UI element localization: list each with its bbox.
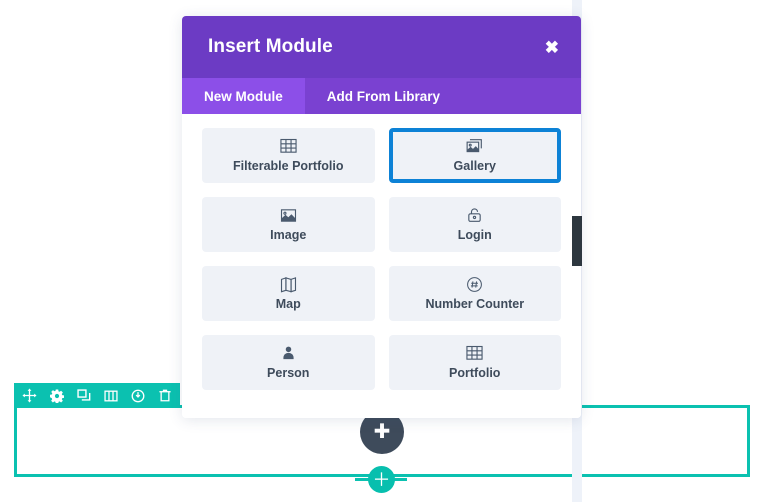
module-grid: Filterable Portfolio Gallery Image Login… [202, 128, 561, 390]
module-label: Image [270, 228, 307, 243]
module-tile-portfolio[interactable]: Portfolio [388, 335, 561, 390]
lock-icon [466, 207, 483, 224]
gallery-icon [466, 138, 483, 155]
modal-header: Insert Module ✖ [182, 16, 581, 78]
add-row-button[interactable]: ＋ [368, 466, 395, 493]
module-label: Number Counter [425, 297, 525, 312]
module-tile-filterable-portfolio[interactable]: Filterable Portfolio [202, 128, 375, 183]
module-tile-map[interactable]: Map [202, 266, 375, 321]
module-tile-image[interactable]: Image [202, 197, 375, 252]
trash-icon[interactable] [157, 388, 172, 403]
settings-gear-icon[interactable] [49, 388, 64, 403]
module-tile-gallery[interactable]: Gallery [388, 128, 561, 183]
tab-new-module[interactable]: New Module [182, 78, 305, 114]
plus-icon: ＋ [372, 469, 391, 490]
insert-circle-plus-icon: ✚ [373, 421, 391, 443]
page-scrollbar-thumb[interactable] [572, 216, 582, 266]
module-label: Portfolio [449, 366, 501, 381]
person-icon [280, 345, 297, 362]
image-icon [280, 207, 297, 224]
modal-tab-bar: New Module Add From Library [182, 78, 581, 114]
module-label: Login [457, 228, 492, 243]
tab-add-from-library[interactable]: Add From Library [305, 78, 462, 114]
modal-title: Insert Module [208, 36, 333, 57]
grid-icon [280, 138, 297, 155]
module-label: Person [267, 366, 310, 381]
move-icon[interactable] [22, 388, 37, 403]
disable-power-icon[interactable] [130, 388, 145, 403]
modal-body: Filterable Portfolio Gallery Image Login… [182, 114, 581, 418]
grid-icon [466, 345, 483, 362]
columns-icon[interactable] [103, 388, 118, 403]
close-icon[interactable]: ✖ [545, 39, 559, 56]
hash-circle-icon [466, 276, 483, 293]
module-label: Filterable Portfolio [233, 159, 344, 174]
module-tile-login[interactable]: Login [388, 197, 561, 252]
module-tile-person[interactable]: Person [202, 335, 375, 390]
module-label: Map [275, 297, 301, 312]
module-label: Gallery [453, 159, 496, 174]
module-tile-number-counter[interactable]: Number Counter [388, 266, 561, 321]
row-toolbar[interactable] [14, 383, 180, 408]
insert-module-modal: Insert Module ✖ New Module Add From Libr… [182, 16, 581, 418]
map-icon [280, 276, 297, 293]
duplicate-icon[interactable] [76, 388, 91, 403]
